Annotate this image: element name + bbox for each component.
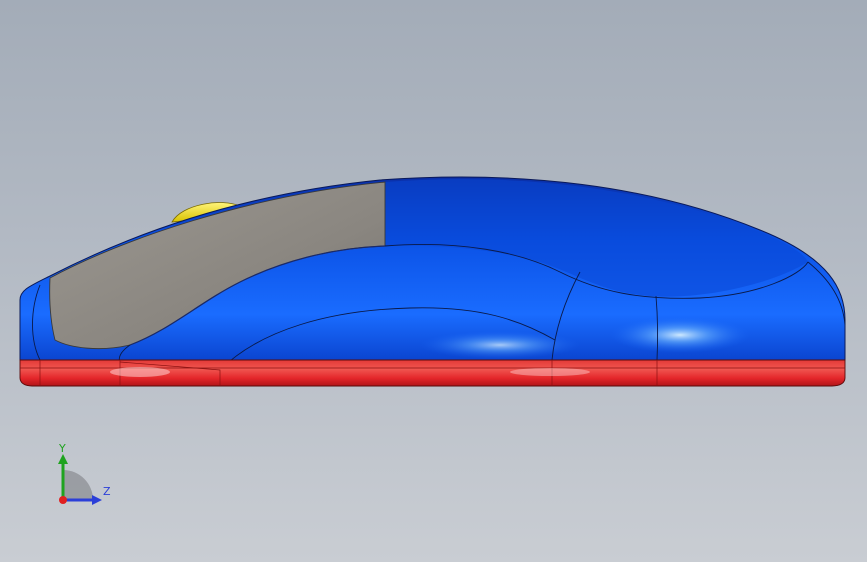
shell-highlight (610, 317, 750, 353)
triad-z-label: Z (103, 485, 111, 498)
coordinate-triad: Y Z (50, 440, 120, 510)
graphics-viewport[interactable]: Y Z (0, 0, 867, 562)
triad-y-label: Y (59, 442, 66, 455)
base-highlight (110, 367, 170, 377)
mouse-3d-model[interactable] (0, 0, 867, 562)
base-highlight (510, 368, 590, 376)
